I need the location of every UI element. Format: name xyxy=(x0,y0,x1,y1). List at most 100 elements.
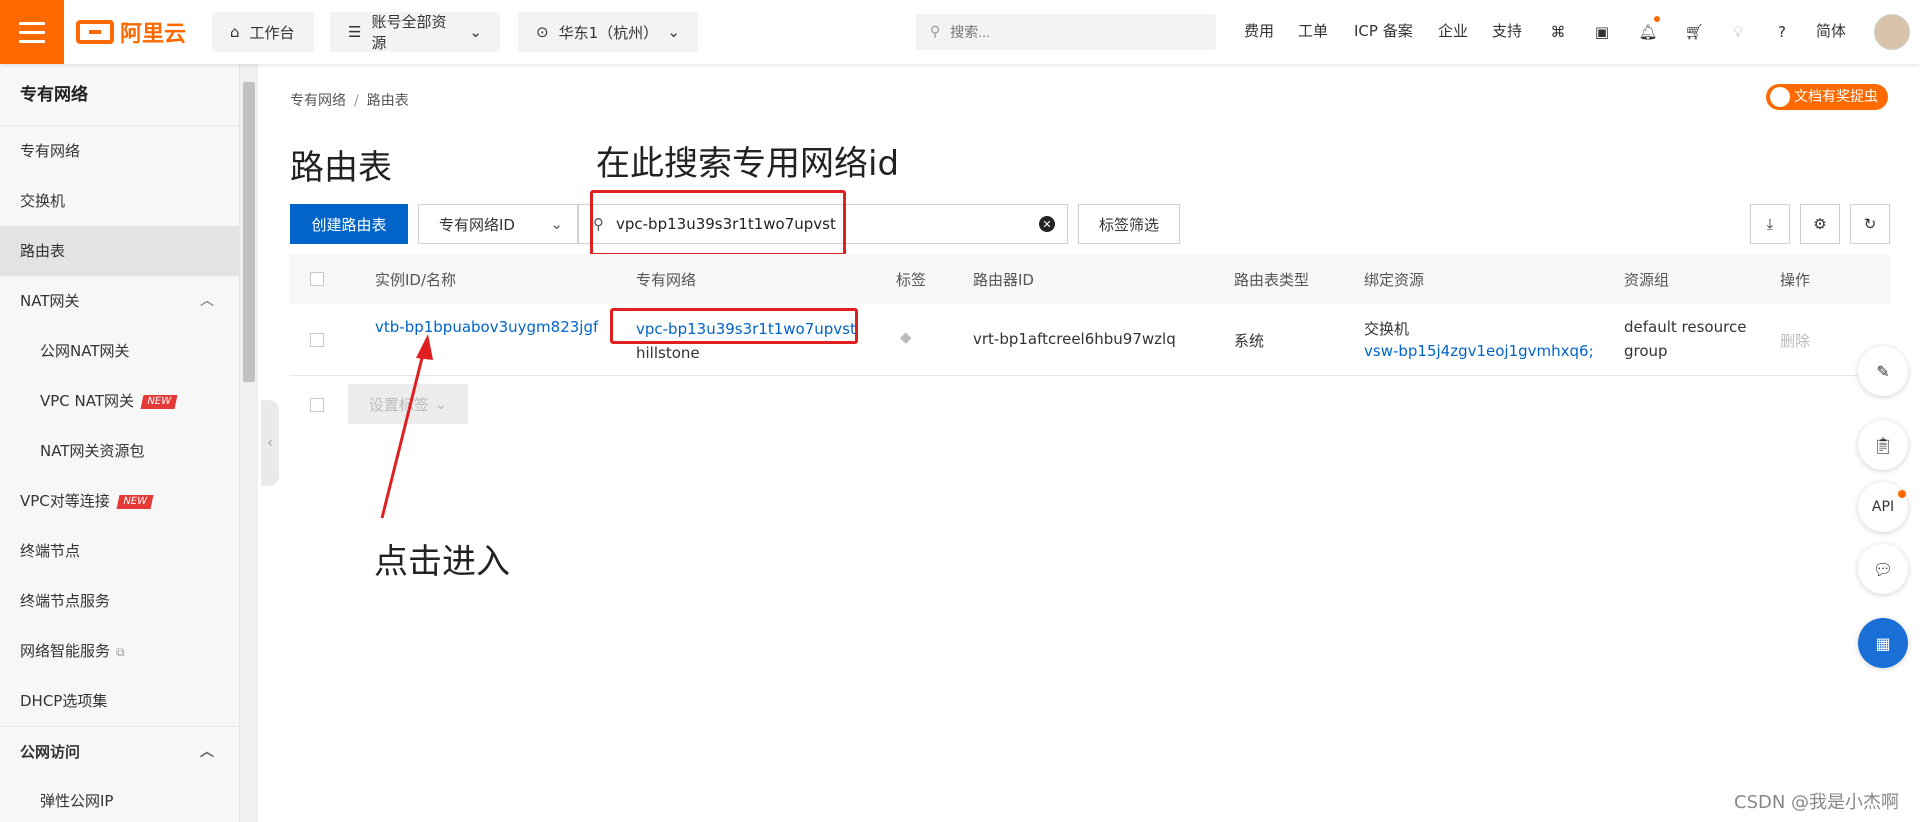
sidebar-item-eip[interactable]: 弹性公网IP xyxy=(0,776,239,822)
code-icon[interactable]: ⌘ xyxy=(1546,20,1570,44)
sidebar-item-vpc[interactable]: 专有网络 xyxy=(0,126,239,176)
global-search-input[interactable] xyxy=(950,24,1171,40)
external-link-icon: ⧉ xyxy=(116,645,125,659)
api-notification-dot xyxy=(1898,490,1906,498)
sidebar-item-vpc-nat[interactable]: VPC NAT网关 NEW xyxy=(0,376,239,426)
sidebar-item-nat-package[interactable]: NAT网关资源包 xyxy=(0,426,239,476)
sidebar-item-label: VPC NAT网关 xyxy=(40,392,135,410)
sidebar-title: 专有网络 xyxy=(0,64,239,126)
watermark: CSDN @我是小杰啊 xyxy=(1734,792,1900,813)
resource-scope-dropdown[interactable]: ☰ 账号全部资源 ⌄ xyxy=(330,12,500,52)
col-router: 路由器ID xyxy=(973,271,1034,289)
vpc-id-search-input[interactable] xyxy=(616,215,1016,233)
sidebar-group-public-access[interactable]: 公网访问 ︿ xyxy=(0,726,239,776)
nav-link-support[interactable]: 支持 xyxy=(1492,20,1522,41)
sidebar-collapse-toggle[interactable]: ‹ xyxy=(261,400,279,486)
search-icon: ⚲ xyxy=(930,24,941,40)
nav-link-tickets[interactable]: 工单 xyxy=(1298,20,1328,41)
sidebar-item-label: 弹性公网IP xyxy=(40,792,114,810)
bound-resource-type: 交换机 xyxy=(1364,320,1410,338)
sidebar-item-dhcp[interactable]: DHCP选项集 xyxy=(0,676,239,726)
sidebar-item-label: 终端节点 xyxy=(20,542,81,560)
chevron-down-icon: ⌄ xyxy=(469,23,482,41)
sidebar-item-vpc-peering[interactable]: VPC对等连接 NEW xyxy=(0,476,239,526)
edit-icon[interactable]: ✎ xyxy=(1858,346,1908,396)
clear-icon[interactable]: ✕ xyxy=(1039,216,1055,232)
set-tags-label: 设置标签 xyxy=(368,395,429,414)
sidebar-item-label: NAT网关 xyxy=(20,292,80,310)
create-route-table-button[interactable]: 创建路由表 xyxy=(290,204,408,244)
notification-dot xyxy=(1654,16,1660,22)
workbench-label: 工作台 xyxy=(249,23,295,42)
language-switch[interactable]: 简体 xyxy=(1816,20,1846,41)
workbench-button[interactable]: ⌂ 工作台 xyxy=(212,12,314,52)
sidebar-item-network-intelligence[interactable]: 网络智能服务 ⧉ xyxy=(0,626,239,676)
menu-icon[interactable] xyxy=(0,0,64,64)
delete-action[interactable]: 删除 xyxy=(1780,330,1810,351)
col-vpc: 专有网络 xyxy=(636,271,697,289)
col-instance: 实例ID/名称 xyxy=(375,271,457,289)
route-table-id-link[interactable]: vtb-bp1bpuabov3uygm823jgf xyxy=(375,318,598,336)
cart-icon[interactable]: 🛒︎ xyxy=(1682,20,1706,44)
sidebar-item-endpoint-service[interactable]: 终端节点服务 xyxy=(0,576,239,626)
sidebar-item-label: 路由表 xyxy=(20,242,66,260)
nav-link-icp[interactable]: ICP 备案 xyxy=(1354,20,1413,41)
bound-vswitch-link[interactable]: vsw-bp15j4zgv1eoj1gvmhxq6; xyxy=(1364,342,1594,360)
chevron-down-icon: ⌄ xyxy=(667,23,680,41)
global-search[interactable]: ⚲ xyxy=(916,14,1216,50)
list-icon: ☰ xyxy=(348,23,362,41)
vpc-id-link[interactable]: vpc-bp13u39s3r1t1wo7upvst xyxy=(636,320,856,338)
download-icon[interactable]: ⤓ xyxy=(1750,204,1790,244)
route-table-list: 实例ID/名称 专有网络 标签 路由器ID 路由表类型 绑定资源 资源组 操作 … xyxy=(290,254,1890,376)
nav-link-billing[interactable]: 费用 xyxy=(1244,20,1274,41)
select-all-checkbox[interactable] xyxy=(310,272,324,286)
page-title: 路由表 xyxy=(290,148,392,188)
tag-icon[interactable]: ◆ xyxy=(900,328,912,346)
doc-bug-bounty-badge[interactable]: 文档有奖捉虫 xyxy=(1766,84,1888,110)
terminal-icon[interactable]: ▣ xyxy=(1590,20,1614,44)
tag-filter-button[interactable]: 标签筛选 xyxy=(1078,204,1180,244)
breadcrumb-vpc[interactable]: 专有网络 xyxy=(290,93,346,109)
router-id: vrt-bp1aftcreel6hbu97wzlq xyxy=(973,330,1176,348)
sidebar-item-vswitch[interactable]: 交换机 xyxy=(0,176,239,226)
sidebar-item-label: 交换机 xyxy=(20,192,66,210)
col-type: 路由表类型 xyxy=(1234,271,1310,289)
gear-icon[interactable]: ⚙ xyxy=(1800,204,1840,244)
col-resource-group: 资源组 xyxy=(1624,271,1670,289)
sidebar-scroll-thumb[interactable] xyxy=(243,82,255,382)
set-tags-button[interactable]: 设置标签 ⌄ xyxy=(348,384,468,424)
aliyun-logo[interactable]: 阿里云 xyxy=(76,16,186,48)
apps-icon[interactable]: ▦ xyxy=(1858,618,1908,668)
nav-link-enterprise[interactable]: 企业 xyxy=(1438,20,1468,41)
sidebar-item-public-nat[interactable]: 公网NAT网关 xyxy=(0,326,239,376)
sidebar-item-label: 公网NAT网关 xyxy=(40,342,130,360)
refresh-icon[interactable]: ↻ xyxy=(1850,204,1890,244)
chevron-down-icon: ⌄ xyxy=(550,215,563,233)
sidebar-item-label: 终端节点服务 xyxy=(20,592,111,610)
region-label: 华东1（杭州） xyxy=(558,23,659,42)
search-field-select[interactable]: 专有网络ID ⌄ xyxy=(418,204,578,244)
resource-group-line1: default resource xyxy=(1624,318,1747,336)
sidebar-item-nat-gateway[interactable]: NAT网关 ︿ xyxy=(0,276,239,326)
breadcrumb: 专有网络 / 路由表 xyxy=(290,90,409,110)
user-avatar[interactable] xyxy=(1874,14,1910,50)
sidebar-item-route-table[interactable]: 路由表 xyxy=(0,226,239,276)
bell-icon[interactable]: 🔔︎ xyxy=(1636,20,1660,44)
region-dropdown[interactable]: ⊙ 华东1（杭州） ⌄ xyxy=(518,12,698,52)
resource-scope-label: 账号全部资源 xyxy=(371,13,447,52)
col-tags: 标签 xyxy=(896,271,927,289)
sidebar-item-label: VPC对等连接 xyxy=(20,492,110,510)
search-box[interactable]: ⚲ ✕ xyxy=(578,204,1068,244)
search-icon: ⚲ xyxy=(593,215,604,233)
col-bound: 绑定资源 xyxy=(1364,271,1425,289)
row-checkbox[interactable] xyxy=(310,333,324,347)
batch-select-checkbox[interactable] xyxy=(310,398,324,412)
help-icon[interactable]: ? xyxy=(1770,20,1794,44)
clipboard-icon[interactable]: 📋︎ xyxy=(1858,420,1908,470)
col-actions: 操作 xyxy=(1780,271,1811,289)
lightbulb-icon[interactable]: 💡︎ xyxy=(1726,20,1750,44)
breadcrumb-separator: / xyxy=(354,93,359,109)
chat-icon[interactable]: 💬︎ xyxy=(1858,544,1908,594)
location-icon: ⊙ xyxy=(536,23,549,41)
sidebar-item-endpoint[interactable]: 终端节点 xyxy=(0,526,239,576)
